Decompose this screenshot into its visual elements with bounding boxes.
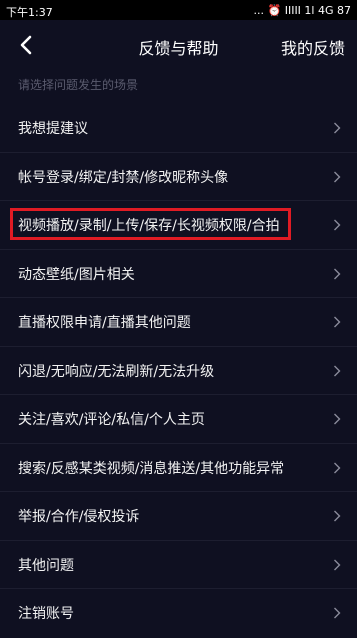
list-item-label: 直播权限申请/直播其他问题 [18,315,191,332]
list-item[interactable]: 直播权限申请/直播其他问题 [0,298,357,347]
status-bar: 下午1:37 ... ⏰ IIIII 1l 4G 87 [0,0,357,20]
my-feedback-button[interactable]: 我的反馈 [281,35,345,59]
chevron-right-icon [334,462,341,474]
list-item[interactable]: 关注/喜欢/评论/私信/个人主页 [0,395,357,444]
list-item-label: 关注/喜欢/评论/私信/个人主页 [18,412,205,429]
status-time: 下午1:37 [6,6,53,19]
chevron-right-icon [334,171,341,183]
list-item[interactable]: 注销账号 [0,589,357,638]
scene-list: 我想提建议 帐号登录/绑定/封禁/修改昵称头像 视频播放/录制/上传/保存/长视… [0,104,357,638]
nav-bar: 反馈与帮助 我的反馈 [0,20,357,70]
list-item[interactable]: 帐号登录/绑定/封禁/修改昵称头像 [0,153,357,201]
list-item-label: 视频播放/录制/上传/保存/长视频权限/合拍 [18,218,280,235]
chevron-right-icon [334,365,341,377]
chevron-right-icon [334,510,341,522]
chevron-right-icon [334,559,341,571]
list-item[interactable]: 视频播放/录制/上传/保存/长视频权限/合拍 [0,201,357,250]
list-item[interactable]: 其他问题 [0,541,357,589]
list-item[interactable]: 动态壁纸/图片相关 [0,250,357,298]
list-item[interactable]: 我想提建议 [0,104,357,153]
chevron-right-icon [334,219,341,231]
list-item-label: 闪退/无响应/无法刷新/无法升级 [18,363,215,380]
chevron-right-icon [334,122,341,134]
list-item[interactable]: 举报/合作/侵权投诉 [0,492,357,541]
chevron-right-icon [334,268,341,280]
list-item[interactable]: 闪退/无响应/无法刷新/无法升级 [0,347,357,395]
list-item-label: 其他问题 [18,557,74,574]
list-item-label: 帐号登录/绑定/封禁/修改昵称头像 [18,169,229,186]
chevron-right-icon [334,607,341,619]
status-indicators: ... ⏰ IIIII 1l 4G 87 [253,4,351,17]
chevron-right-icon [334,316,341,328]
list-item-label: 搜索/反感某类视频/消息推送/其他功能异常 [18,460,285,477]
chevron-right-icon [334,413,341,425]
list-item-label: 举报/合作/侵权投诉 [18,509,140,526]
list-item-label: 动态壁纸/图片相关 [18,266,135,283]
list-item-label: 注销账号 [18,606,74,623]
scene-hint: 请选择问题发生的场景 [18,78,139,92]
list-item-label: 我想提建议 [18,121,88,138]
list-item[interactable]: 搜索/反感某类视频/消息推送/其他功能异常 [0,444,357,492]
